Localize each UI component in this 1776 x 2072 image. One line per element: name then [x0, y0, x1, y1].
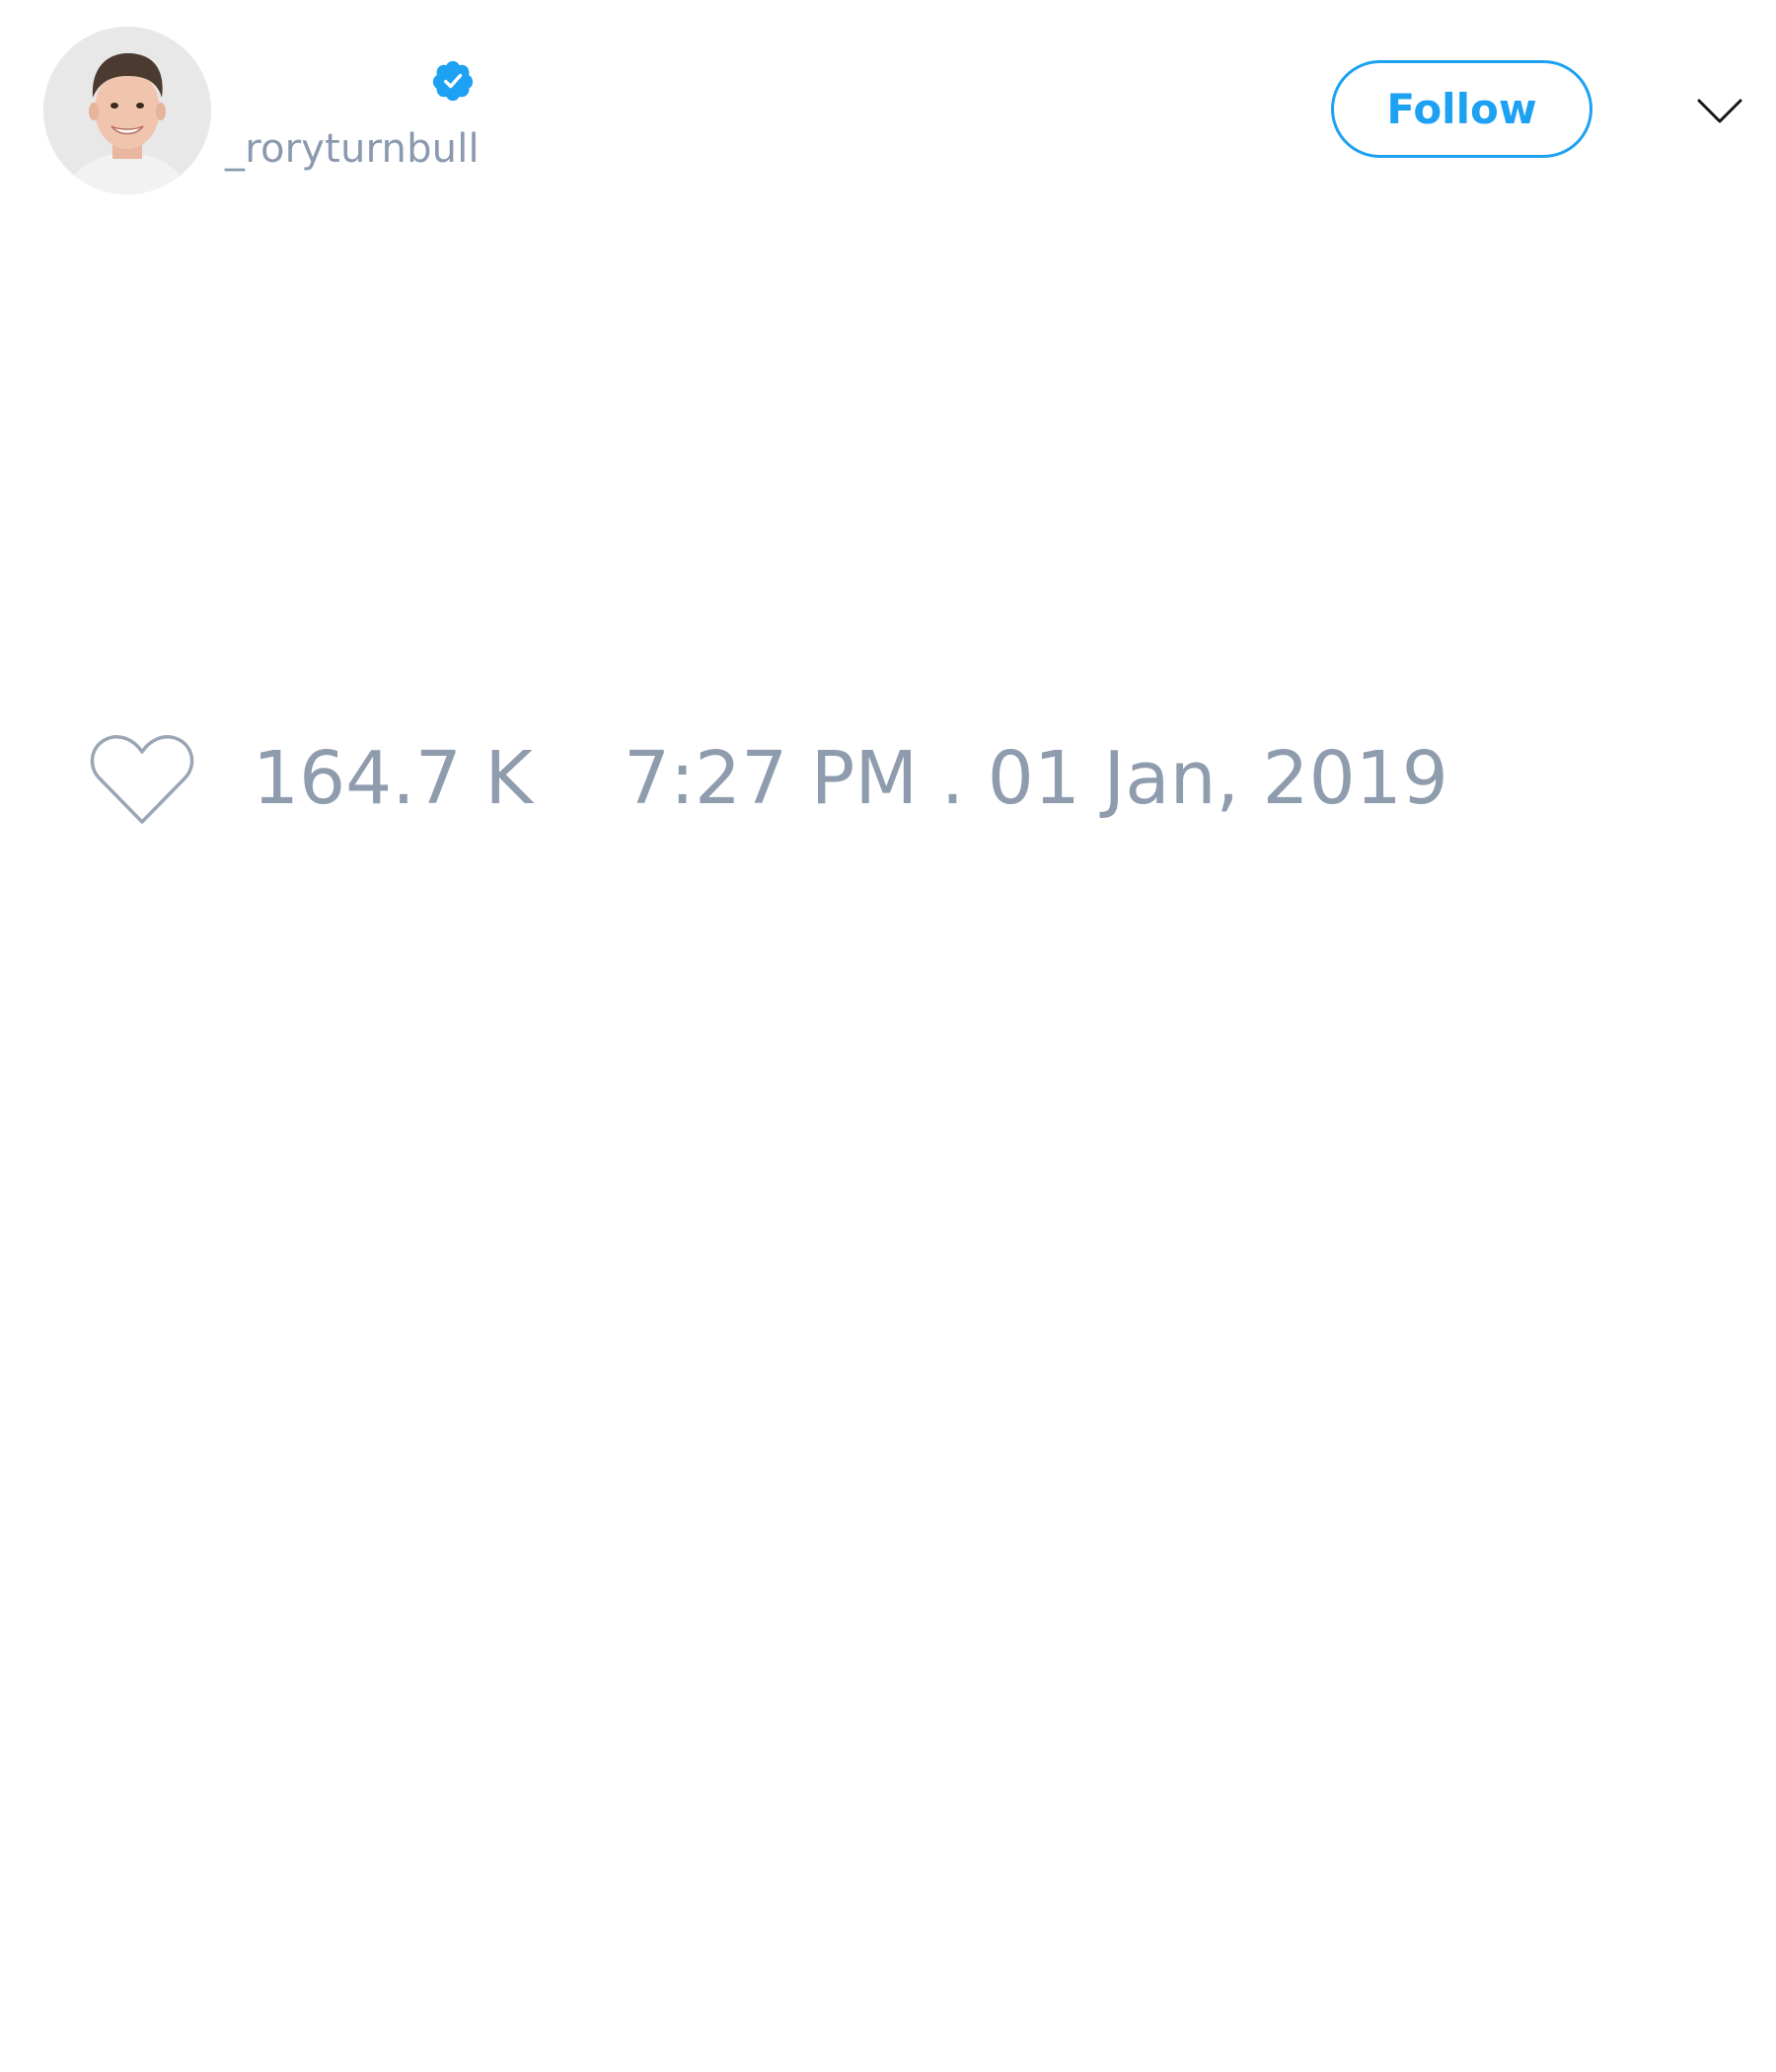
avatar-photo [43, 27, 211, 194]
tweet-header: _roryturnbull Follow [0, 0, 1776, 227]
chevron-down-icon [1697, 99, 1742, 123]
avatar[interactable] [43, 27, 211, 194]
tweet-timestamp[interactable]: 7:27 PM . 01 Jan, 2019 [624, 735, 1448, 823]
follow-button[interactable]: Follow [1331, 60, 1592, 158]
tweet-menu-button[interactable] [1692, 87, 1747, 136]
verified-badge-icon [432, 60, 474, 102]
heart-outline-icon [90, 735, 194, 824]
like-button[interactable] [87, 730, 197, 829]
tweet-footer: 164.7 K 7:27 PM . 01 Jan, 2019 [0, 720, 1776, 839]
like-count: 164.7 K [253, 736, 533, 821]
author-handle[interactable]: _roryturnbull [225, 126, 480, 172]
